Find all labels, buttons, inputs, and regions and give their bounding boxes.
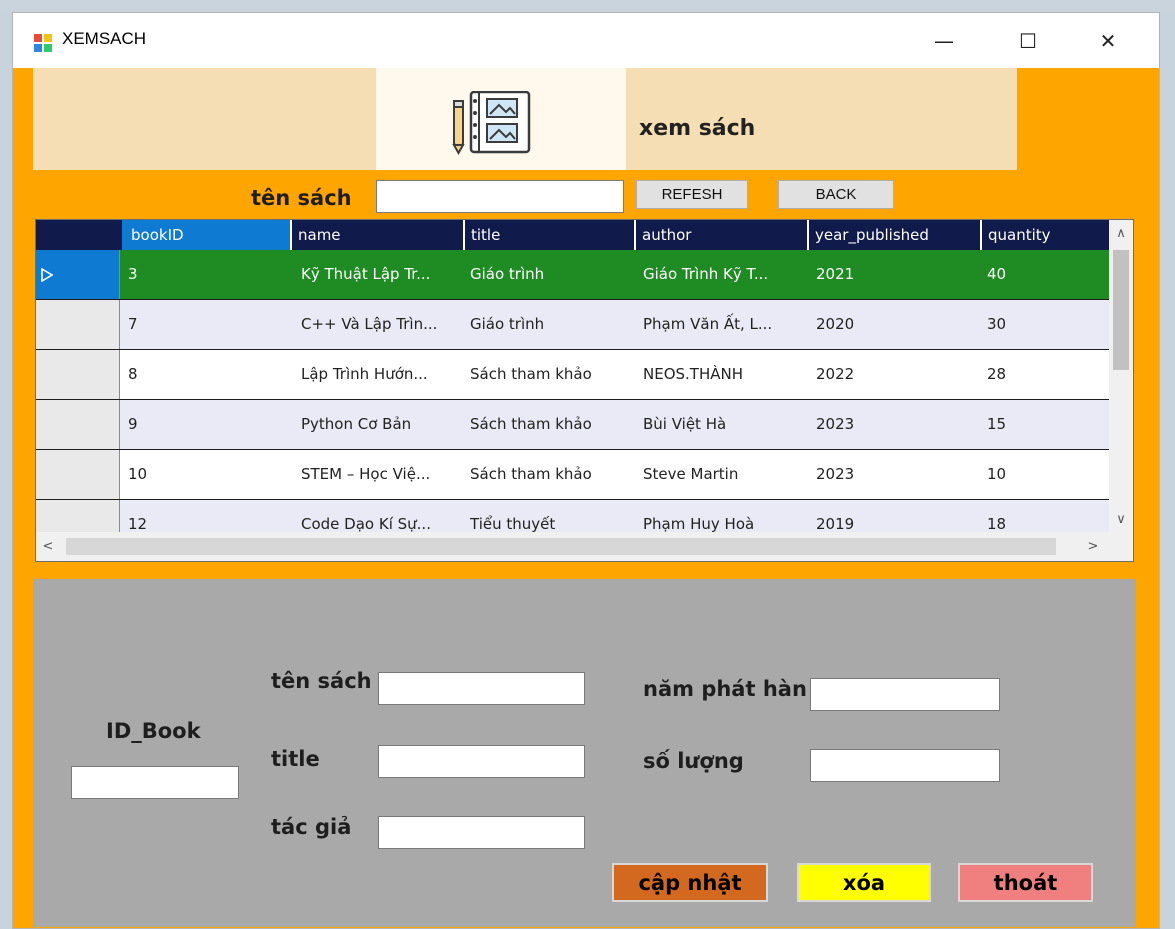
refresh-button[interactable]: REFESH bbox=[636, 180, 748, 209]
cell-year-published[interactable]: 2021 bbox=[816, 250, 976, 299]
column-header-author[interactable]: author bbox=[634, 220, 806, 250]
cell-year-published[interactable]: 2023 bbox=[816, 400, 976, 449]
scroll-corner bbox=[1109, 532, 1133, 561]
app-icon bbox=[34, 34, 52, 52]
cell-quantity[interactable]: 28 bbox=[987, 350, 1107, 399]
table-row[interactable]: 8 Lập Trình Hướn... Sách tham khảo NEOS.THÀ… bbox=[36, 350, 1109, 400]
delete-button[interactable]: xóa bbox=[797, 863, 931, 902]
back-button[interactable]: BACK bbox=[778, 180, 894, 209]
maximize-button[interactable]: ☐ bbox=[1002, 21, 1054, 61]
app-window: XEMSACH — ☐ ✕ xem sách tên sách REFESH B… bbox=[12, 12, 1160, 929]
cell-author[interactable]: NEOS.THÀNH bbox=[643, 350, 811, 399]
cell-title[interactable]: Sách tham khảo bbox=[470, 350, 638, 399]
scroll-left-icon[interactable]: < bbox=[36, 532, 60, 561]
cell-year-published[interactable]: 2022 bbox=[816, 350, 976, 399]
page-title: xem sách bbox=[639, 116, 756, 141]
title-field[interactable] bbox=[378, 745, 585, 778]
current-row-icon bbox=[41, 268, 53, 282]
year-field[interactable] bbox=[810, 678, 1000, 711]
edit-panel: ID_Book tên sách title tác giả năm phát … bbox=[33, 579, 1136, 927]
scroll-up-icon[interactable]: ∧ bbox=[1109, 220, 1133, 246]
column-header-bookid[interactable]: bookID bbox=[122, 220, 290, 250]
cell-quantity[interactable]: 30 bbox=[987, 300, 1107, 349]
table-row[interactable]: 7 C++ Và Lập Trìn... Giáo trình Phạm Văn Ất… bbox=[36, 300, 1109, 350]
cell-author[interactable]: Phạm Văn Ất, L... bbox=[643, 300, 811, 349]
vertical-scroll-thumb[interactable] bbox=[1113, 250, 1129, 370]
column-header-name[interactable]: name bbox=[290, 220, 460, 250]
grid-header: bookID name title author year_published … bbox=[36, 220, 1109, 250]
cell-name[interactable]: C++ Và Lập Trìn... bbox=[301, 300, 466, 349]
table-row[interactable]: 3 Kỹ Thuật Lập Tr... Giáo trình Giáo Trình … bbox=[36, 250, 1109, 300]
header-logo-panel bbox=[376, 68, 626, 170]
title-bar: XEMSACH — ☐ ✕ bbox=[13, 13, 1159, 68]
search-label: tên sách bbox=[251, 186, 352, 210]
scroll-down-icon[interactable]: ∨ bbox=[1109, 506, 1133, 532]
minimize-button[interactable]: — bbox=[918, 21, 970, 61]
quantity-field[interactable] bbox=[810, 749, 1000, 782]
notebook-icon bbox=[452, 91, 531, 155]
desktop-background bbox=[0, 0, 1175, 12]
row-header[interactable] bbox=[36, 450, 120, 499]
column-header-quantity[interactable]: quantity bbox=[980, 220, 1109, 250]
desktop-background-left bbox=[0, 12, 12, 929]
cell-year-published[interactable]: 2023 bbox=[816, 450, 976, 499]
row-header[interactable] bbox=[36, 250, 120, 299]
cell-bookid[interactable]: 10 bbox=[128, 450, 288, 499]
cell-name[interactable]: Python Cơ Bản bbox=[301, 400, 466, 449]
column-header-year[interactable]: year_published bbox=[807, 220, 978, 250]
horizontal-scrollbar[interactable]: < > bbox=[36, 532, 1109, 561]
desktop-background-right bbox=[1160, 12, 1175, 929]
exit-button[interactable]: thoát bbox=[958, 863, 1093, 902]
cell-author[interactable]: Bùi Việt Hà bbox=[643, 400, 811, 449]
update-button[interactable]: cập nhật bbox=[612, 863, 768, 902]
row-header[interactable] bbox=[36, 300, 120, 349]
row-header[interactable] bbox=[36, 350, 120, 399]
cell-author[interactable]: Giáo Trình Kỹ T... bbox=[643, 250, 811, 299]
name-label: tên sách bbox=[271, 669, 372, 693]
title-label: title bbox=[271, 747, 320, 771]
id-book-label: ID_Book bbox=[106, 719, 201, 743]
cell-quantity[interactable]: 15 bbox=[987, 400, 1107, 449]
cell-name[interactable]: STEM – Học Việ... bbox=[301, 450, 466, 499]
vertical-scrollbar[interactable]: ∧ ∨ bbox=[1109, 220, 1133, 532]
author-field[interactable] bbox=[378, 816, 585, 849]
cell-title[interactable]: Giáo trình bbox=[470, 250, 638, 299]
id-book-field[interactable] bbox=[71, 766, 239, 799]
books-grid[interactable]: bookID name title author year_published … bbox=[35, 219, 1134, 562]
cell-quantity[interactable]: 40 bbox=[987, 250, 1107, 299]
cell-title[interactable]: Giáo trình bbox=[470, 300, 638, 349]
name-field[interactable] bbox=[378, 672, 585, 705]
table-row[interactable]: 9 Python Cơ Bản Sách tham khảo Bùi Việt Hà 2… bbox=[36, 400, 1109, 450]
cell-name[interactable]: Lập Trình Hướn... bbox=[301, 350, 466, 399]
cell-name[interactable]: Kỹ Thuật Lập Tr... bbox=[301, 250, 466, 299]
column-header-title[interactable]: title bbox=[463, 220, 633, 250]
cell-bookid[interactable]: 9 bbox=[128, 400, 288, 449]
table-row[interactable]: 10 STEM – Học Việ... Sách tham khảo Steve M… bbox=[36, 450, 1109, 500]
cell-bookid[interactable]: 3 bbox=[128, 250, 288, 299]
search-input[interactable] bbox=[376, 180, 624, 213]
cell-title[interactable]: Sách tham khảo bbox=[470, 450, 638, 499]
header-panel-left bbox=[33, 68, 376, 170]
cell-bookid[interactable]: 8 bbox=[128, 350, 288, 399]
cell-author[interactable]: Steve Martin bbox=[643, 450, 811, 499]
cell-title[interactable]: Sách tham khảo bbox=[470, 400, 638, 449]
cell-quantity[interactable]: 10 bbox=[987, 450, 1107, 499]
cell-year-published[interactable]: 2020 bbox=[816, 300, 976, 349]
scroll-right-icon[interactable]: > bbox=[1081, 532, 1105, 561]
quantity-label: số lượng bbox=[643, 749, 744, 773]
author-label: tác giả bbox=[271, 815, 352, 839]
year-label: năm phát hàn bbox=[643, 677, 807, 701]
cell-bookid[interactable]: 7 bbox=[128, 300, 288, 349]
close-button[interactable]: ✕ bbox=[1082, 21, 1134, 61]
horizontal-scroll-thumb[interactable] bbox=[66, 538, 1056, 555]
row-header[interactable] bbox=[36, 400, 120, 449]
window-title: XEMSACH bbox=[62, 29, 147, 48]
